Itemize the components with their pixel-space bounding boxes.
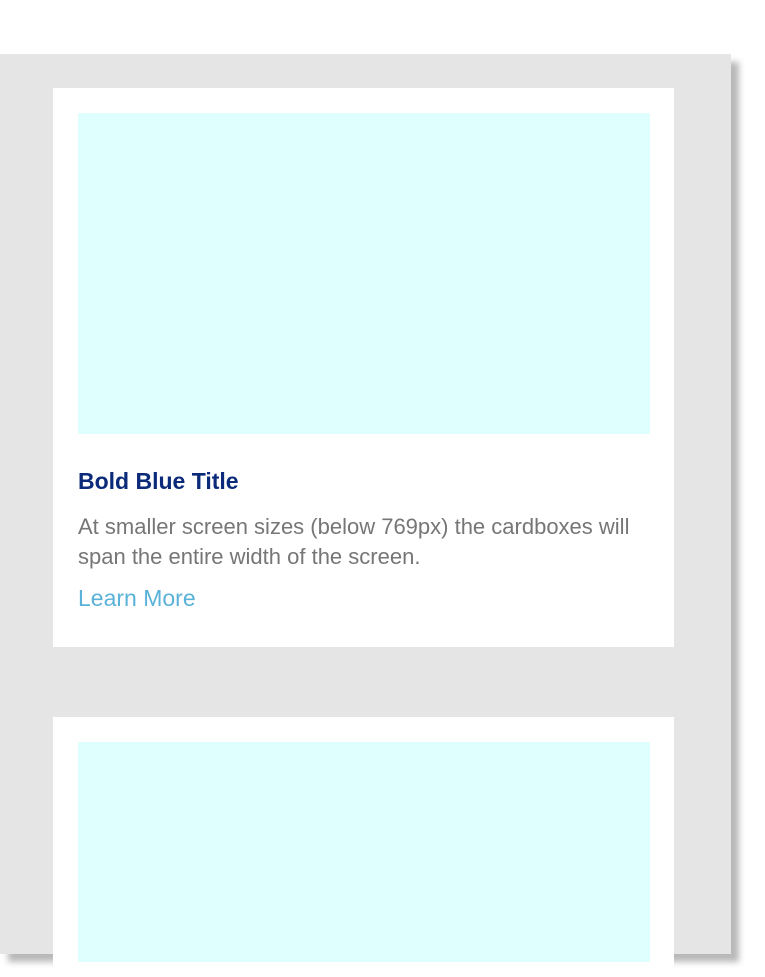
card-image-placeholder	[78, 742, 650, 962]
card	[53, 717, 674, 977]
card-description: At smaller screen sizes (below 769px) th…	[78, 514, 630, 569]
card: Bold Blue Title At smaller screen sizes …	[53, 88, 674, 647]
card-image-placeholder	[78, 113, 650, 434]
learn-more-link[interactable]: Learn More	[78, 584, 196, 612]
card-title: Bold Blue Title	[78, 468, 239, 494]
card-container: Bold Blue Title At smaller screen sizes …	[0, 54, 731, 977]
